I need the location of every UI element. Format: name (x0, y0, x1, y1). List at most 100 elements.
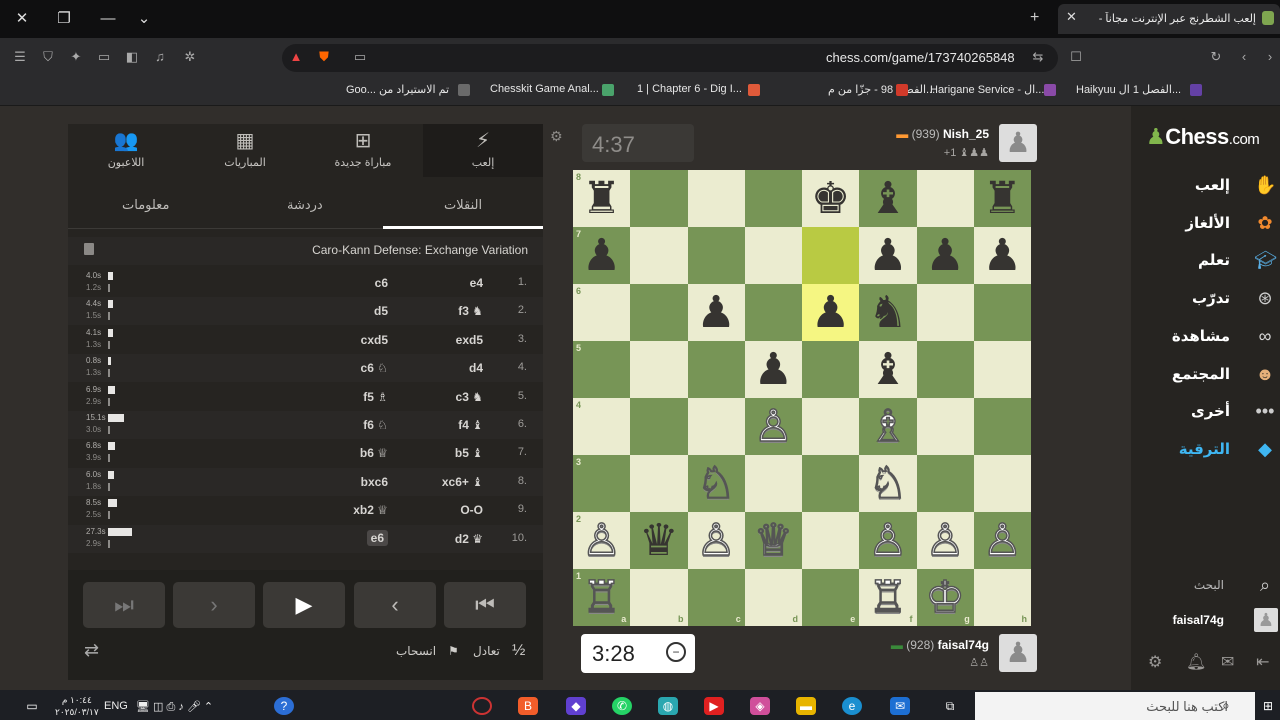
task-view-icon[interactable]: ⧉ (940, 697, 960, 715)
white-move[interactable]: f3 ♞ (458, 304, 483, 318)
square-f2[interactable]: ♙ (859, 512, 917, 569)
white-piece-icon[interactable]: ♙ (581, 515, 622, 566)
diamond-icon[interactable]: ◆ (1254, 438, 1276, 460)
square-d7[interactable] (744, 227, 802, 284)
square-h1[interactable]: h (973, 569, 1031, 626)
square-e7[interactable] (802, 227, 860, 284)
white-move[interactable]: e4 (470, 276, 483, 290)
square-e1[interactable]: e (802, 569, 860, 626)
next-move-button[interactable]: › (173, 582, 255, 628)
square-h5[interactable] (973, 341, 1031, 398)
white-piece-icon[interactable]: ♗ (867, 401, 908, 452)
back-icon[interactable]: ‹ (1236, 49, 1252, 65)
app-globe-icon[interactable]: ◍ (658, 697, 678, 715)
square-h4[interactable] (973, 398, 1031, 455)
dots-icon[interactable]: ••• (1254, 400, 1276, 422)
chess-com-logo[interactable]: ♟Chess.com (1146, 124, 1260, 150)
language-indicator[interactable]: ENG (104, 700, 128, 712)
windows-start-icon[interactable]: ⊞ (1258, 697, 1278, 715)
target-icon[interactable]: ⊛ (1254, 287, 1276, 309)
black-move[interactable]: f5 ♗ (363, 390, 388, 404)
clock-tray[interactable]: ١٠:٤٤ م ٢٠٢٥/٠٣/١٧ (55, 694, 99, 718)
tab-players[interactable]: 👥 اللاعبون (76, 128, 176, 169)
white-piece-icon[interactable]: ♖ (581, 572, 622, 623)
board-settings-icon[interactable]: ⚙ (550, 128, 563, 145)
tab-new-game[interactable]: ⊞ مباراة جديدة (313, 128, 413, 169)
site-settings-icon[interactable]: ⇆ (1030, 49, 1046, 65)
square-a6[interactable]: 6 (573, 284, 631, 341)
black-move[interactable]: d5 (374, 304, 388, 318)
binoculars-icon[interactable]: ∞ (1254, 325, 1276, 347)
bookmark-item[interactable]: 1 | Chapter 6 - Dig I... (637, 83, 742, 95)
black-move[interactable]: c6 (375, 276, 388, 290)
opening-name[interactable]: Caro-Kann Defense: Exchange Variation (312, 243, 528, 257)
play-button[interactable]: ▶ (263, 582, 345, 628)
brave-shield-icon[interactable]: ⛊ (316, 49, 332, 65)
community-icon[interactable]: ☻ (1254, 363, 1276, 385)
file-explorer-icon[interactable]: ▬ (796, 697, 816, 715)
last-move-button[interactable]: ⏭ (83, 582, 165, 628)
subtab-chat[interactable]: دردشة (287, 197, 323, 213)
square-c7[interactable] (687, 227, 745, 284)
mail-icon[interactable]: ✉ (890, 697, 910, 715)
search-icon[interactable]: ⌕ (1254, 574, 1276, 596)
square-b5[interactable] (630, 341, 688, 398)
square-d4[interactable]: ♙ (744, 398, 802, 455)
brave-browser-icon[interactable]: B (518, 697, 538, 715)
pin-icon[interactable]: ✦ (68, 49, 84, 65)
white-piece-icon[interactable]: ♙ (696, 515, 737, 566)
close-window-icon[interactable]: ✕ (10, 8, 34, 30)
youtube-icon[interactable]: ▶ (704, 697, 724, 715)
draw-button[interactable]: تعادل (473, 644, 500, 658)
square-f4[interactable]: ♗ (859, 398, 917, 455)
bookmark-item[interactable]: Chesskit Game Anal... (490, 83, 599, 95)
white-move[interactable]: d4 (469, 361, 483, 375)
player-name-row[interactable]: ▬ (928) faisal74g (891, 638, 989, 652)
white-move[interactable]: f4 ♝ (458, 418, 483, 432)
square-a5[interactable]: 5 (573, 341, 631, 398)
square-b4[interactable] (630, 398, 688, 455)
wallet-icon[interactable]: ▭ (96, 49, 112, 65)
square-c8[interactable] (687, 170, 745, 227)
opponent-avatar[interactable]: ♟ (999, 124, 1037, 162)
sidebar-nav-item[interactable]: مشاهدة (1172, 327, 1230, 345)
player-avatar[interactable]: ♟ (999, 634, 1037, 672)
white-piece-icon[interactable]: ♖ (867, 572, 908, 623)
white-move[interactable]: b5 ♝ (455, 446, 483, 460)
sidebar-nav-item[interactable]: المجتمع (1172, 365, 1230, 383)
brave-rewards-icon[interactable]: ▲ (288, 49, 304, 65)
sidebar-nav-item[interactable]: إلعب (1195, 176, 1230, 194)
black-piece-icon[interactable]: ♝ (868, 174, 907, 223)
square-c1[interactable]: c (687, 569, 745, 626)
square-g7[interactable]: ♟ (916, 227, 974, 284)
settings-icon[interactable]: ⚙ (1148, 652, 1162, 672)
opponent-name-row[interactable]: ▬ (939) Nish_25 (896, 127, 989, 141)
square-a1[interactable]: ♖ 1 a (573, 569, 631, 626)
notifications-icon[interactable]: 🔔︎ (1186, 652, 1206, 672)
bookmark-item[interactable]: الفصل 98 - جزّا من م... (828, 83, 935, 96)
square-f1[interactable]: ♖ f (859, 569, 917, 626)
square-h2[interactable]: ♙ (973, 512, 1031, 569)
black-move[interactable]: xb2 ♕ (353, 503, 388, 517)
square-c2[interactable]: ♙ (687, 512, 745, 569)
square-e5[interactable] (802, 341, 860, 398)
black-piece-icon[interactable]: ♟ (925, 231, 964, 280)
square-e3[interactable] (802, 455, 860, 512)
square-e4[interactable] (802, 398, 860, 455)
music-icon[interactable]: ♫ (152, 49, 168, 65)
tab-games[interactable]: ▦ المباريات (195, 128, 295, 169)
square-d8[interactable] (744, 170, 802, 227)
messages-icon[interactable]: ✉ (1221, 652, 1234, 672)
white-piece-icon[interactable]: ♘ (867, 458, 908, 509)
square-b7[interactable] (630, 227, 688, 284)
taskbar-search-placeholder[interactable]: اكتب هنا للبحث (1146, 699, 1228, 715)
white-piece-icon[interactable]: ♙ (753, 401, 794, 452)
sidebar-nav-item[interactable]: تعلم (1198, 251, 1230, 269)
white-move[interactable]: d2 ♛ (455, 532, 483, 546)
minimize-window-icon[interactable]: — (96, 8, 120, 30)
square-b8[interactable] (630, 170, 688, 227)
square-h7[interactable]: ♟ (973, 227, 1031, 284)
sidebar-nav-item[interactable]: الترقية (1179, 440, 1230, 458)
collapse-sidebar-icon[interactable]: ⇤ (1256, 652, 1269, 672)
bookmark-icon[interactable]: ☐ (1068, 49, 1084, 65)
